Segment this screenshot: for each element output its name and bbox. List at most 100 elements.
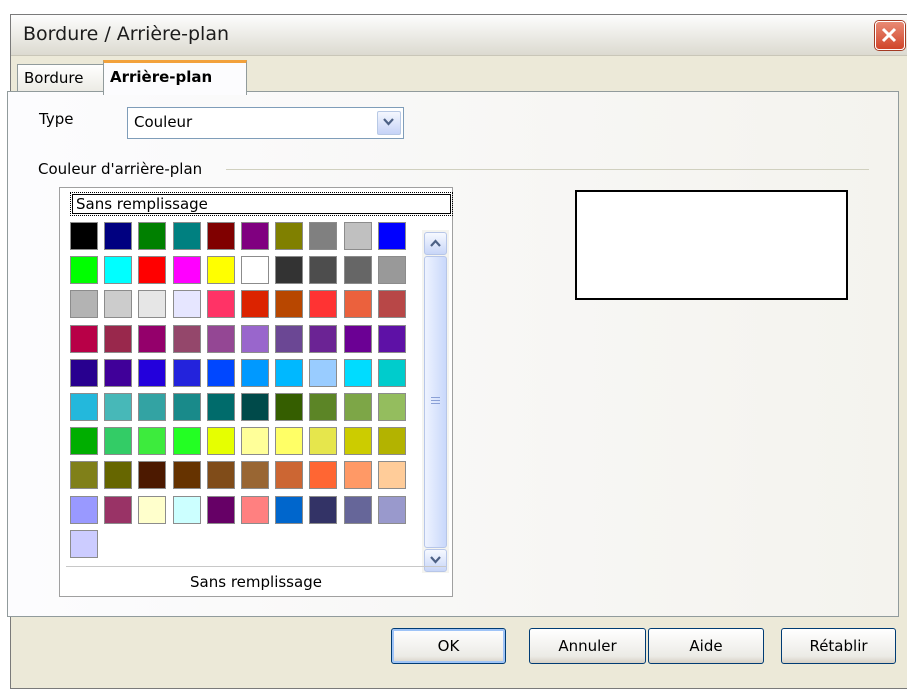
color-swatch[interactable] [70,393,98,421]
color-swatch[interactable] [206,393,235,421]
color-swatch[interactable] [275,495,304,524]
color-swatch[interactable] [138,358,167,387]
color-swatch[interactable] [104,290,133,319]
color-swatch[interactable] [104,393,133,421]
color-swatch[interactable] [206,495,235,524]
color-swatch[interactable] [377,358,406,387]
color-swatch[interactable] [241,290,269,319]
color-swatch[interactable] [275,222,304,250]
color-swatch[interactable] [172,290,201,319]
color-swatch[interactable] [377,324,406,353]
color-swatch[interactable] [172,324,201,353]
color-swatch[interactable] [104,358,133,387]
color-swatch[interactable] [275,290,304,319]
color-swatch[interactable] [275,358,304,387]
color-swatch[interactable] [275,427,304,456]
color-swatch[interactable] [377,393,406,421]
color-swatch[interactable] [206,358,235,387]
color-swatch[interactable] [138,461,167,490]
color-swatch[interactable] [241,358,269,387]
color-swatch[interactable] [275,461,304,490]
color-swatch[interactable] [275,393,304,421]
color-swatch[interactable] [309,495,338,524]
reset-button[interactable]: Rétablir [781,628,896,664]
color-swatch[interactable] [309,358,338,387]
color-swatch[interactable] [70,427,98,456]
color-swatch[interactable] [70,290,98,319]
color-swatch[interactable] [70,324,98,353]
color-swatch[interactable] [377,256,406,285]
color-swatch[interactable] [343,427,372,456]
color-swatch[interactable] [172,256,201,285]
color-swatch[interactable] [138,256,167,285]
cancel-button[interactable]: Annuler [529,628,646,664]
palette-scrollbar[interactable] [422,230,449,573]
color-swatch[interactable] [70,358,98,387]
color-swatch[interactable] [70,461,98,490]
color-swatch[interactable] [309,461,338,490]
color-swatch[interactable] [343,393,372,421]
color-swatch[interactable] [343,256,372,285]
color-swatch[interactable] [309,256,338,285]
color-swatch[interactable] [138,495,167,524]
color-swatch[interactable] [377,427,406,456]
color-swatch[interactable] [172,495,201,524]
color-swatch[interactable] [104,222,133,250]
color-swatch[interactable] [70,529,98,558]
color-swatch[interactable] [241,222,269,250]
color-swatch[interactable] [309,427,338,456]
color-swatch[interactable] [104,427,133,456]
color-swatch[interactable] [309,222,338,250]
close-button[interactable] [875,21,905,50]
color-swatch[interactable] [343,461,372,490]
color-swatch[interactable] [377,461,406,490]
color-swatch[interactable] [138,324,167,353]
color-swatch[interactable] [275,324,304,353]
color-swatch[interactable] [377,290,406,319]
color-swatch[interactable] [138,427,167,456]
color-swatch[interactable] [104,495,133,524]
color-swatch[interactable] [377,222,406,250]
color-swatch[interactable] [70,222,98,250]
color-swatch[interactable] [206,222,235,250]
ok-button[interactable]: OK [391,628,506,664]
color-swatch[interactable] [343,495,372,524]
color-swatch[interactable] [309,393,338,421]
color-swatch[interactable] [172,393,201,421]
color-swatch[interactable] [138,222,167,250]
color-swatch[interactable] [172,461,201,490]
color-swatch[interactable] [206,290,235,319]
color-swatch[interactable] [343,290,372,319]
color-swatch[interactable] [172,222,201,250]
color-swatch[interactable] [309,324,338,353]
color-swatch[interactable] [343,358,372,387]
color-swatch[interactable] [377,495,406,524]
no-fill-option[interactable]: Sans remplissage [70,192,453,216]
color-swatch[interactable] [241,324,269,353]
color-swatch[interactable] [309,290,338,319]
color-swatch[interactable] [343,324,372,353]
color-swatch[interactable] [104,256,133,285]
color-swatch[interactable] [206,256,235,285]
color-swatch[interactable] [138,290,167,319]
color-swatch[interactable] [104,461,133,490]
color-swatch[interactable] [70,495,98,524]
color-swatch[interactable] [241,393,269,421]
type-dropdown-button[interactable] [377,111,401,135]
color-swatch[interactable] [241,427,269,456]
color-swatch[interactable] [343,222,372,250]
color-swatch[interactable] [104,324,133,353]
scroll-up-button[interactable] [424,232,447,255]
color-swatch[interactable] [275,256,304,285]
color-swatch[interactable] [241,256,269,285]
color-swatch[interactable] [206,461,235,490]
color-swatch[interactable] [172,427,201,456]
type-select[interactable]: Couleur [127,107,404,139]
color-swatch[interactable] [138,393,167,421]
tab-bordure[interactable]: Bordure [17,64,105,91]
color-swatch[interactable] [172,358,201,387]
tab-arriere-plan[interactable]: Arrière-plan [103,60,247,95]
help-button[interactable]: Aide [648,628,764,664]
color-swatch[interactable] [241,461,269,490]
color-swatch[interactable] [206,427,235,456]
